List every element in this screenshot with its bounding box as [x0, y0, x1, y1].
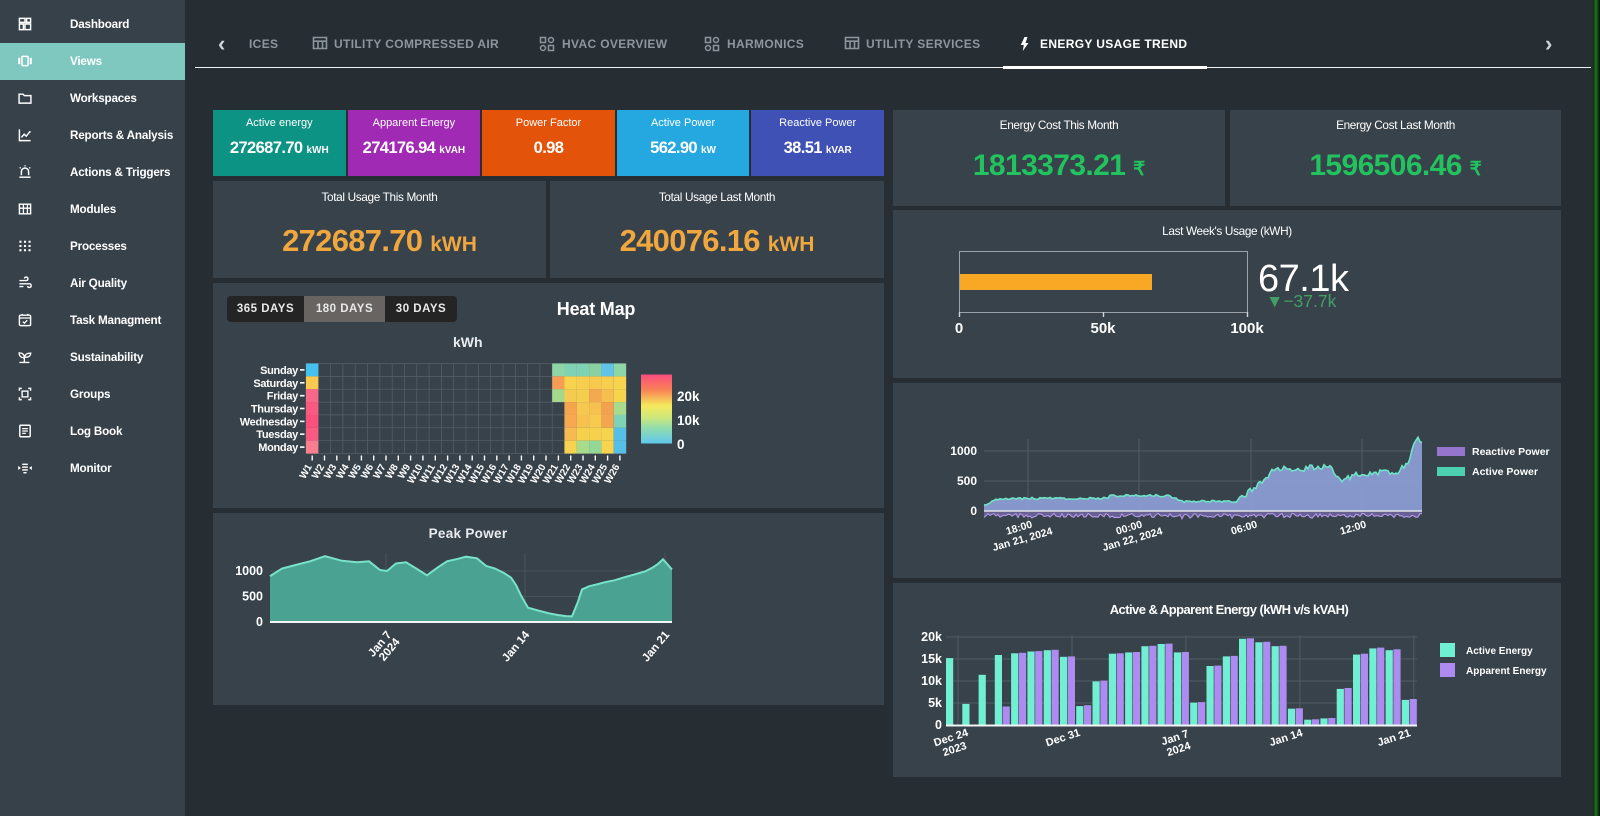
svg-text:Jan 21: Jan 21 [640, 629, 673, 665]
svg-text:0: 0 [677, 437, 685, 452]
svg-text:0: 0 [935, 718, 942, 732]
svg-text:0: 0 [955, 320, 963, 337]
svg-text:Thursday: Thursday [251, 404, 299, 416]
svg-text:06:00: 06:00 [1230, 519, 1259, 538]
svg-text:15k: 15k [921, 652, 942, 666]
svg-text:Active Energy: Active Energy [1466, 646, 1533, 657]
svg-text:10k: 10k [921, 674, 942, 688]
svg-text:Reactive Power: Reactive Power [1472, 446, 1550, 458]
svg-text:5k: 5k [928, 696, 942, 710]
svg-text:Sunday: Sunday [260, 365, 299, 377]
svg-text:12:00: 12:00 [1339, 519, 1368, 538]
svg-text:10k: 10k [677, 413, 700, 428]
svg-text:Jan 14: Jan 14 [500, 629, 533, 665]
svg-text:0: 0 [256, 615, 263, 629]
svg-text:Tuesday: Tuesday [256, 429, 299, 441]
svg-text:1000: 1000 [235, 564, 263, 578]
svg-text:Jan 21: Jan 21 [1376, 727, 1412, 749]
svg-text:Apparent Energy: Apparent Energy [1466, 666, 1547, 677]
svg-text:1000: 1000 [950, 444, 977, 458]
svg-text:Monday: Monday [258, 442, 299, 454]
svg-text:0: 0 [970, 504, 977, 518]
svg-text:20k: 20k [921, 630, 942, 644]
svg-text:Active Power: Active Power [1472, 466, 1538, 478]
svg-text:Wednesday: Wednesday [240, 416, 299, 428]
svg-text:Jan 14: Jan 14 [1268, 727, 1305, 749]
svg-text:20k: 20k [677, 389, 700, 404]
svg-text:Saturday: Saturday [253, 378, 299, 390]
svg-text:500: 500 [242, 590, 263, 604]
svg-text:Friday: Friday [267, 391, 299, 403]
svg-text:100k: 100k [1230, 320, 1264, 337]
svg-text:50k: 50k [1090, 320, 1116, 337]
svg-text:500: 500 [957, 474, 977, 488]
svg-text:Dec 31: Dec 31 [1044, 727, 1081, 749]
